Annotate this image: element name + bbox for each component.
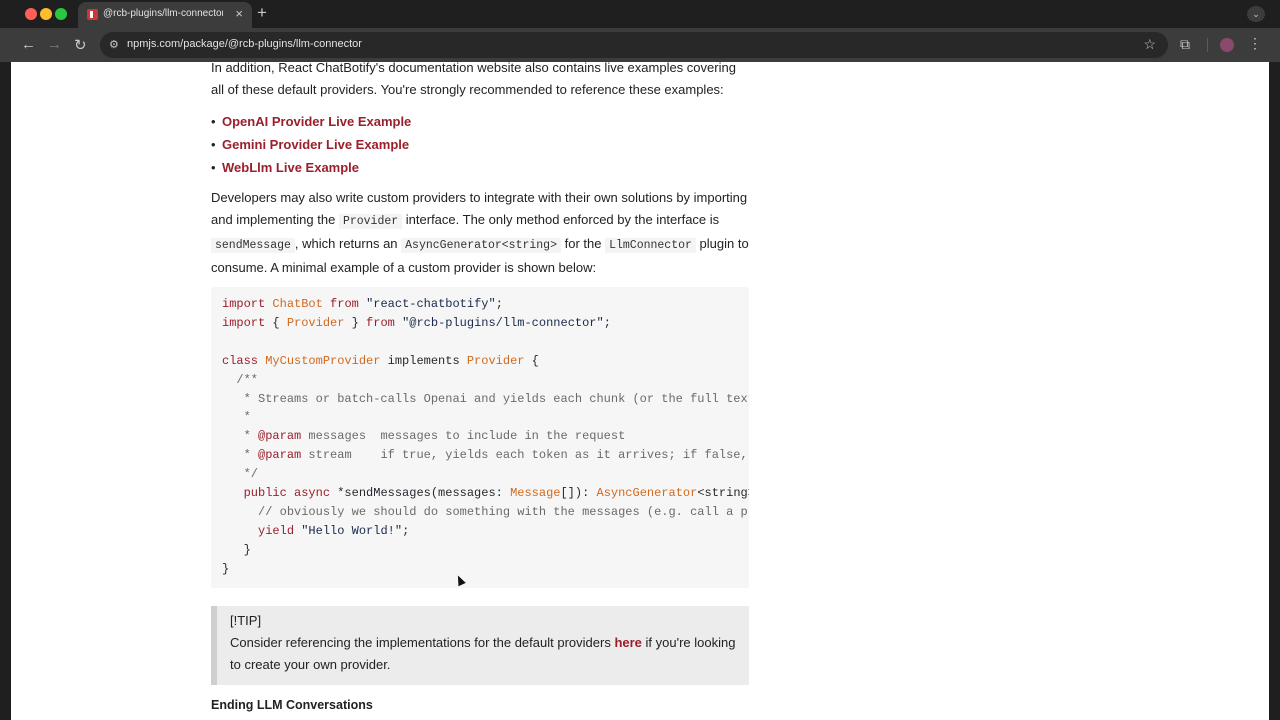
- intro-paragraph: In addition, React ChatBotify's document…: [211, 62, 736, 97]
- tab-bar: @rcb-plugins/llm-connector × + ⌄: [0, 0, 1280, 28]
- menu-kebab-icon[interactable]: ⋮: [1248, 35, 1262, 52]
- minimize-window-button[interactable]: [40, 8, 52, 20]
- site-settings-icon[interactable]: ⚙: [109, 38, 119, 51]
- bookmark-star-icon[interactable]: ☆: [1143, 36, 1156, 53]
- here-link[interactable]: here: [614, 635, 641, 650]
- tab-search-chevron-icon[interactable]: ⌄: [1247, 6, 1265, 22]
- close-window-button[interactable]: [25, 8, 37, 20]
- openai-example-link[interactable]: OpenAI Provider Live Example: [222, 114, 411, 129]
- new-tab-icon[interactable]: +: [257, 3, 267, 23]
- section-heading: Ending LLM Conversations: [211, 698, 373, 712]
- code-text: import ChatBot from "react-chatbotify"; …: [222, 297, 749, 576]
- reload-icon[interactable]: ↻: [74, 36, 87, 54]
- profile-avatar[interactable]: [1220, 38, 1234, 52]
- tip-text: Consider referencing the implementations…: [230, 635, 736, 672]
- custom-provider-paragraph: Developers may also write custom provide…: [211, 187, 749, 279]
- npm-favicon-icon: [87, 9, 98, 20]
- address-bar[interactable]: ⚙ npmjs.com/package/@rcb-plugins/llm-con…: [100, 32, 1168, 58]
- forward-arrow-icon[interactable]: →: [47, 36, 62, 53]
- paragraph-text: , which returns an: [294, 236, 398, 251]
- toolbar-divider: [1207, 38, 1208, 52]
- extensions-icon[interactable]: ⧉: [1180, 36, 1190, 53]
- page-viewport: In addition, React ChatBotify's document…: [11, 62, 1269, 720]
- list-item: WebLlm Live Example: [211, 156, 411, 179]
- inline-code-asyncgenerator: AsyncGenerator<string>: [401, 238, 561, 253]
- maximize-window-button[interactable]: [55, 8, 67, 20]
- inline-code-provider: Provider: [338, 214, 403, 229]
- examples-list: OpenAI Provider Live Example Gemini Prov…: [211, 110, 411, 179]
- tab-close-icon[interactable]: ×: [235, 6, 243, 21]
- back-arrow-icon[interactable]: ←: [21, 36, 36, 53]
- list-item: OpenAI Provider Live Example: [211, 110, 411, 133]
- inline-code-sendmessage: sendMessage: [211, 238, 295, 253]
- list-item: Gemini Provider Live Example: [211, 133, 411, 156]
- webllm-example-link[interactable]: WebLlm Live Example: [222, 160, 359, 175]
- browser-toolbar: ← → ↻ ⚙ npmjs.com/package/@rcb-plugins/l…: [0, 28, 1280, 62]
- tab-active[interactable]: @rcb-plugins/llm-connector ×: [78, 2, 252, 28]
- tab-title: @rcb-plugins/llm-connector: [103, 8, 223, 19]
- paragraph-text: interface. The only method enforced by t…: [405, 212, 720, 227]
- tip-callout: [!TIP] Consider referencing the implemen…: [211, 606, 749, 685]
- tip-label: [!TIP]: [230, 613, 262, 628]
- gemini-example-link[interactable]: Gemini Provider Live Example: [222, 137, 409, 152]
- paragraph-text: for the: [564, 236, 602, 251]
- url-text[interactable]: npmjs.com/package/@rcb-plugins/llm-conne…: [127, 38, 362, 50]
- inline-code-llmconnector: LlmConnector: [605, 238, 696, 253]
- code-block[interactable]: import ChatBot from "react-chatbotify"; …: [211, 287, 749, 588]
